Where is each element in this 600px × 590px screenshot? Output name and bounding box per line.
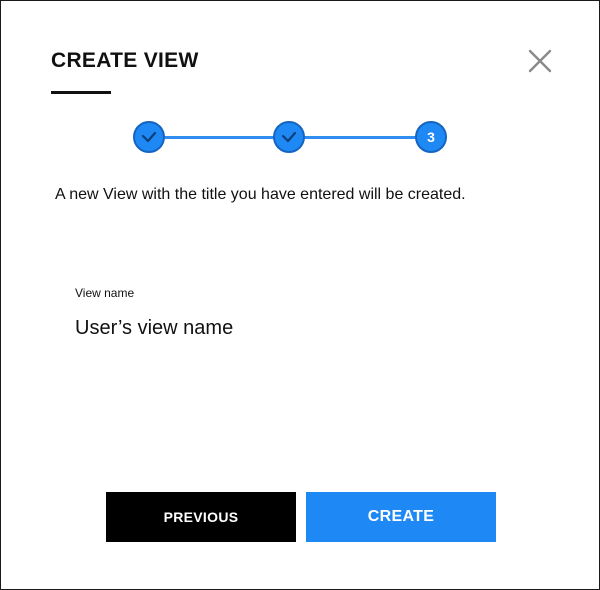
previous-button-label: PREVIOUS: [163, 509, 239, 525]
step-1-completed: [133, 121, 165, 153]
description-text: A new View with the title you have enter…: [55, 186, 466, 203]
dialog-title: CREATE VIEW: [51, 49, 199, 72]
view-name-value: User’s view name: [75, 317, 234, 339]
create-button[interactable]: CREATE: [306, 492, 496, 542]
step-3-current: 3: [415, 121, 447, 153]
stepper: 3: [1, 1, 600, 171]
step-number: 3: [427, 129, 435, 145]
check-icon: [281, 131, 297, 143]
view-name-label: View name: [75, 286, 135, 300]
title-underline: [51, 91, 111, 94]
create-view-dialog: CREATE VIEW 3 A new View with the title …: [0, 0, 600, 590]
create-button-label: CREATE: [367, 508, 435, 525]
step-connector-2: [289, 136, 431, 139]
step-2-completed: [273, 121, 305, 153]
close-button[interactable]: [525, 46, 555, 76]
check-icon: [141, 131, 157, 143]
close-icon: [528, 49, 552, 73]
previous-button[interactable]: PREVIOUS: [106, 492, 296, 542]
step-connector-1: [149, 136, 291, 139]
